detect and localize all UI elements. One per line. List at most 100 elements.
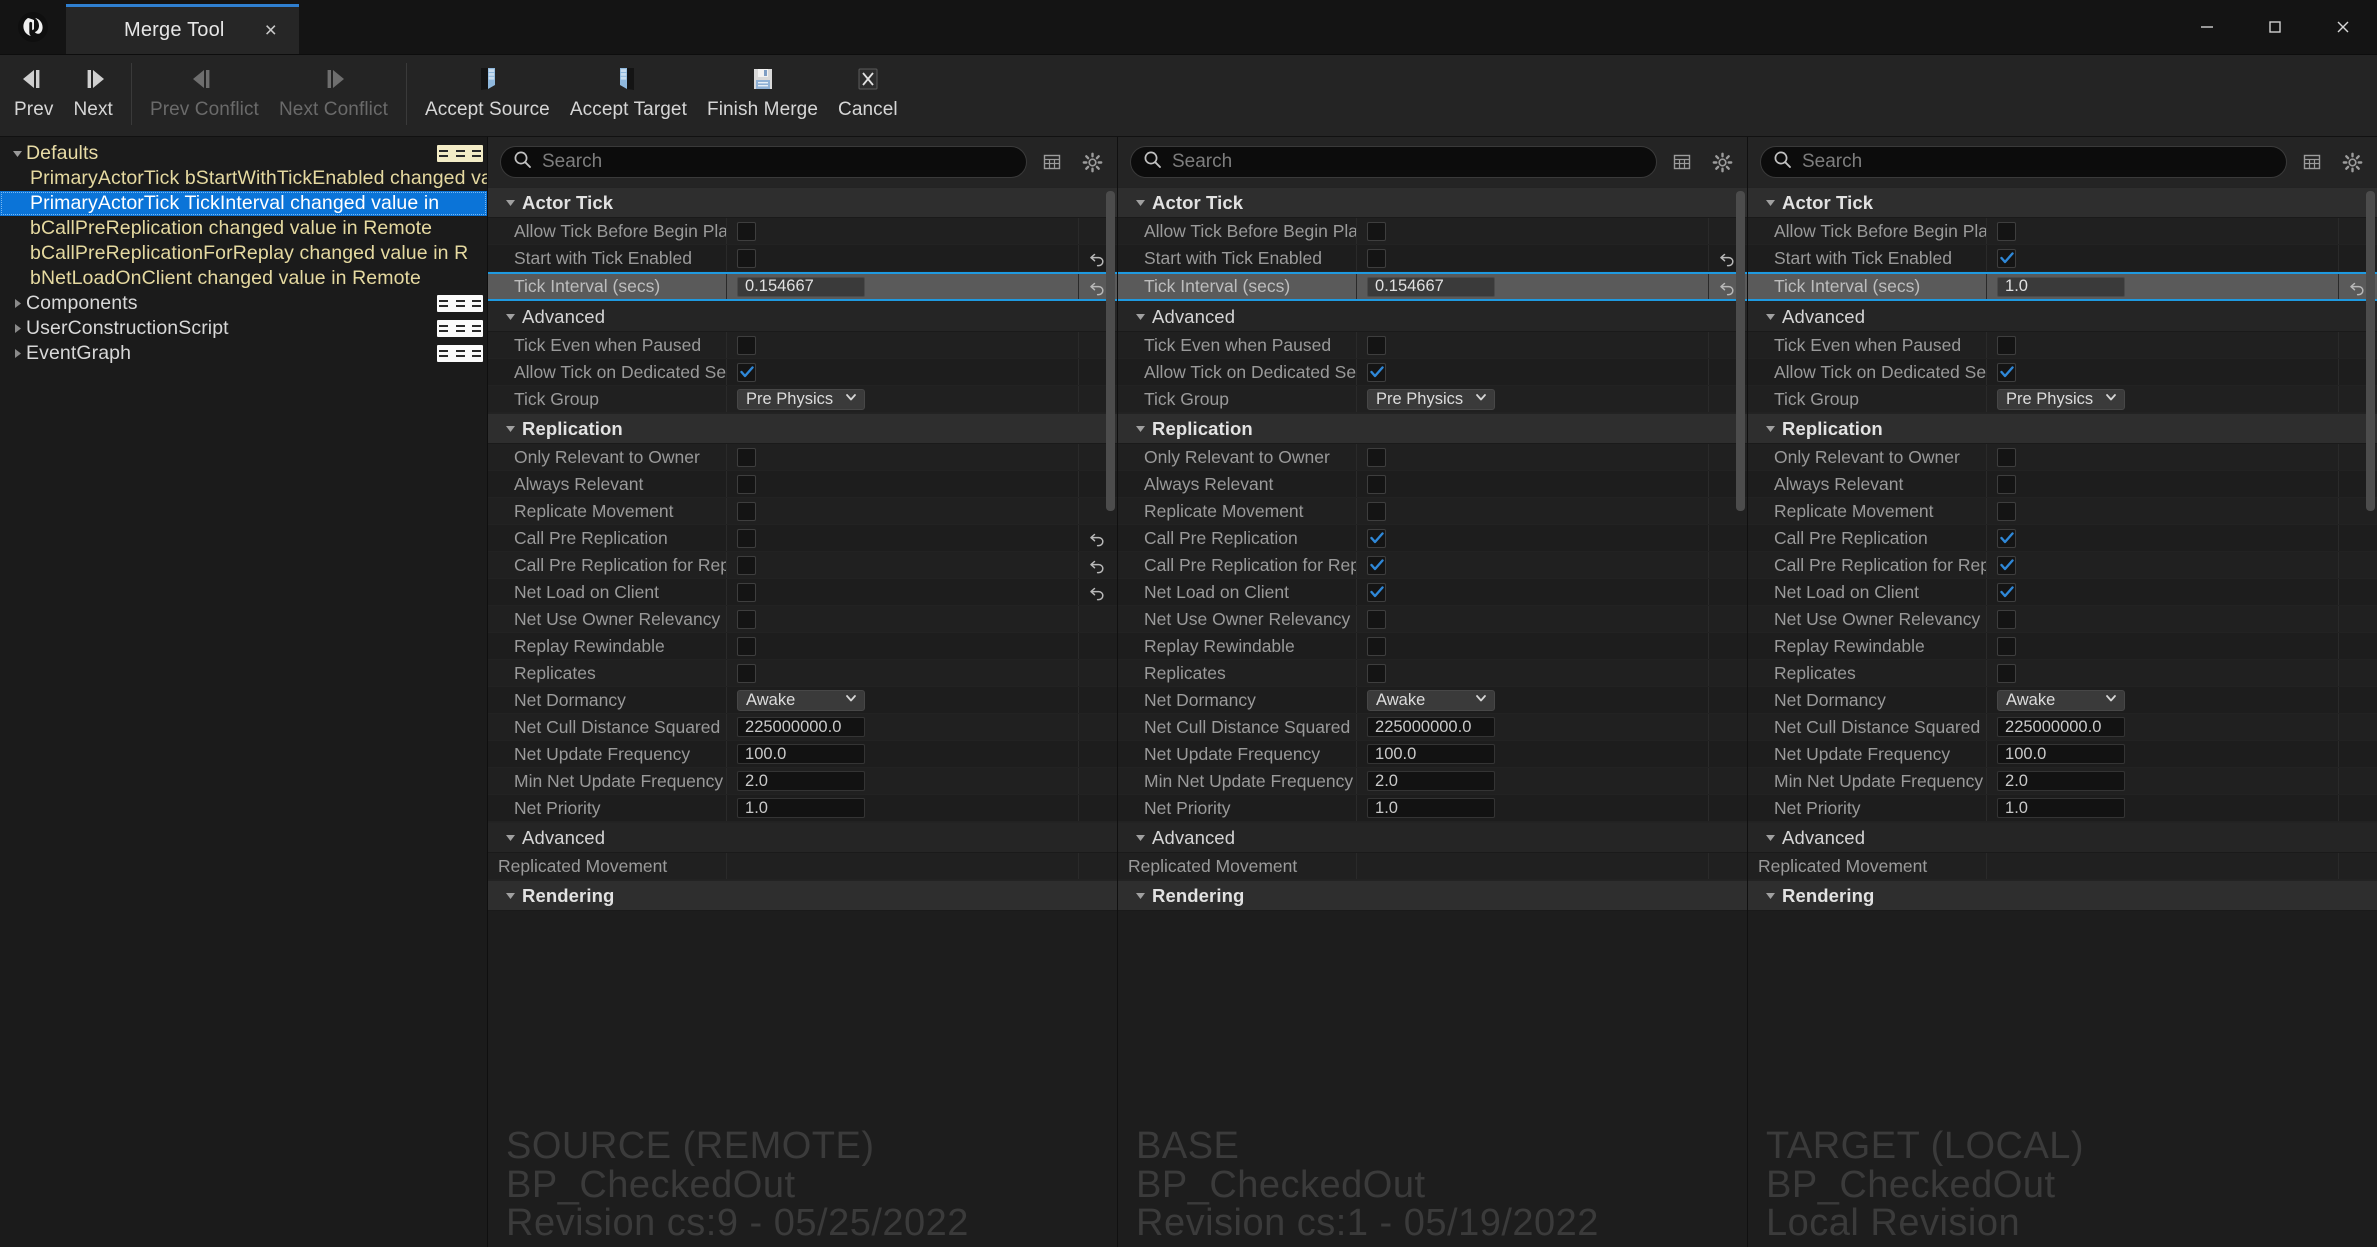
property-text-input[interactable]: 225000000.0: [737, 717, 865, 737]
property-checkbox[interactable]: [1367, 583, 1386, 602]
tab-merge-tool[interactable]: Merge Tool ×: [66, 4, 299, 54]
property-row[interactable]: Always Relevant: [1748, 471, 2377, 498]
property-checkbox[interactable]: [737, 529, 756, 548]
property-text-input[interactable]: 100.0: [1367, 744, 1495, 764]
property-row[interactable]: Tick Interval (secs)1.0: [1748, 272, 2377, 301]
chevron-right-icon[interactable]: [8, 322, 26, 335]
property-row[interactable]: Call Pre Replication for Rep...: [488, 552, 1117, 579]
property-row[interactable]: Net Use Owner Relevancy: [1118, 606, 1747, 633]
chevron-down-icon[interactable]: [498, 196, 522, 209]
property-row[interactable]: Allow Tick on Dedicated Se...: [488, 359, 1117, 386]
property-checkbox[interactable]: [1997, 363, 2016, 382]
chevron-down-icon[interactable]: [498, 422, 522, 435]
property-row[interactable]: Start with Tick Enabled: [1748, 245, 2377, 272]
property-checkbox[interactable]: [1997, 637, 2016, 656]
property-row[interactable]: Net Use Owner Relevancy: [1748, 606, 2377, 633]
property-row[interactable]: Net Use Owner Relevancy: [488, 606, 1117, 633]
chevron-down-icon[interactable]: [498, 310, 522, 323]
chevron-down-icon[interactable]: [1758, 310, 1782, 323]
property-row[interactable]: Tick Group Pre Physics: [488, 386, 1117, 413]
property-text-input[interactable]: 1.0: [1367, 798, 1495, 818]
property-checkbox[interactable]: [1367, 249, 1386, 268]
property-checkbox[interactable]: [1997, 475, 2016, 494]
property-checkbox[interactable]: [1367, 502, 1386, 521]
property-row[interactable]: Call Pre Replication: [1118, 525, 1747, 552]
property-checkbox[interactable]: [737, 475, 756, 494]
property-row[interactable]: Net Update Frequency100.0: [1118, 741, 1747, 768]
property-row[interactable]: Replicates: [488, 660, 1117, 687]
tree-item-0[interactable]: Defaults: [0, 141, 487, 166]
category-header-replication[interactable]: Replication: [488, 413, 1117, 444]
property-row[interactable]: Only Relevant to Owner: [1118, 444, 1747, 471]
property-row[interactable]: Replicate Movement: [1118, 498, 1747, 525]
table-view-icon[interactable]: [2297, 147, 2327, 177]
property-checkbox[interactable]: [737, 637, 756, 656]
property-checkbox[interactable]: [737, 222, 756, 241]
close-tab-icon[interactable]: ×: [265, 20, 277, 41]
property-row[interactable]: Min Net Update Frequency2.0: [488, 768, 1117, 795]
property-checkbox[interactable]: [1367, 529, 1386, 548]
property-row[interactable]: Replay Rewindable: [1748, 633, 2377, 660]
category-header-advanced[interactable]: Advanced: [1118, 822, 1747, 853]
category-header-advanced[interactable]: Advanced: [488, 822, 1117, 853]
chevron-down-icon[interactable]: [1758, 422, 1782, 435]
property-row[interactable]: Allow Tick Before Begin Play: [488, 218, 1117, 245]
category-header-replication[interactable]: Replication: [1748, 413, 2377, 444]
tree-item-5[interactable]: bNetLoadOnClient changed value in Remote: [0, 266, 487, 291]
property-row[interactable]: Net Load on Client: [488, 579, 1117, 606]
chevron-down-icon[interactable]: [1128, 831, 1152, 844]
property-row[interactable]: Replicated Movement: [1748, 853, 2377, 880]
property-text-input[interactable]: 1.0: [737, 798, 865, 818]
property-text-input[interactable]: 2.0: [1367, 771, 1495, 791]
property-checkbox[interactable]: [1997, 583, 2016, 602]
property-checkbox[interactable]: [1997, 336, 2016, 355]
chevron-down-icon[interactable]: [498, 889, 522, 902]
property-row[interactable]: Net Dormancy Awake: [1118, 687, 1747, 714]
property-checkbox[interactable]: [737, 610, 756, 629]
chevron-down-icon[interactable]: [8, 147, 26, 160]
category-header-actor-tick[interactable]: Actor Tick: [488, 187, 1117, 218]
table-view-icon[interactable]: [1667, 147, 1697, 177]
property-row[interactable]: Net Load on Client: [1748, 579, 2377, 606]
vertical-scrollbar-target[interactable]: [2366, 191, 2375, 1241]
tree-item-3[interactable]: bCallPreReplication changed value in Rem…: [0, 216, 487, 241]
toolbar-button-prev[interactable]: Prev: [4, 61, 63, 133]
chevron-down-icon[interactable]: [1758, 831, 1782, 844]
property-checkbox[interactable]: [1997, 664, 2016, 683]
property-text-input[interactable]: 100.0: [737, 744, 865, 764]
chevron-down-icon[interactable]: [1758, 196, 1782, 209]
property-row[interactable]: Call Pre Replication: [488, 525, 1117, 552]
tree-item-6[interactable]: Components: [0, 291, 487, 316]
property-checkbox[interactable]: [1367, 363, 1386, 382]
chevron-down-icon[interactable]: [1758, 889, 1782, 902]
property-row[interactable]: Min Net Update Frequency2.0: [1748, 768, 2377, 795]
property-text-input[interactable]: 225000000.0: [1997, 717, 2125, 737]
property-row[interactable]: Min Net Update Frequency2.0: [1118, 768, 1747, 795]
property-checkbox[interactable]: [1997, 222, 2016, 241]
chevron-right-icon[interactable]: [8, 297, 26, 310]
property-checkbox[interactable]: [1367, 448, 1386, 467]
property-checkbox[interactable]: [1367, 637, 1386, 656]
property-checkbox[interactable]: [1367, 475, 1386, 494]
property-text-input[interactable]: 0.154667: [737, 277, 865, 297]
property-row[interactable]: Allow Tick Before Begin Play: [1118, 218, 1747, 245]
tree-item-2[interactable]: PrimaryActorTick TickInterval changed va…: [0, 191, 487, 216]
minimize-button[interactable]: [2173, 0, 2241, 54]
property-row[interactable]: Start with Tick Enabled: [488, 245, 1117, 272]
chevron-down-icon[interactable]: [498, 831, 522, 844]
category-header-replication[interactable]: Replication: [1118, 413, 1747, 444]
property-row[interactable]: Only Relevant to Owner: [1748, 444, 2377, 471]
property-dropdown[interactable]: Awake: [737, 690, 865, 711]
category-header-rendering[interactable]: Rendering: [1118, 880, 1747, 911]
property-text-input[interactable]: 225000000.0: [1367, 717, 1495, 737]
table-view-icon[interactable]: [1037, 147, 1067, 177]
property-row[interactable]: Call Pre Replication for Rep...: [1118, 552, 1747, 579]
gear-icon[interactable]: [2337, 147, 2367, 177]
property-checkbox[interactable]: [737, 583, 756, 602]
property-row[interactable]: Net Priority1.0: [488, 795, 1117, 822]
tree-item-1[interactable]: PrimaryActorTick bStartWithTickEnabled c…: [0, 166, 487, 191]
toolbar-button-accept_target[interactable]: Accept Target: [560, 61, 697, 133]
property-row[interactable]: Tick Group Pre Physics: [1118, 386, 1747, 413]
category-header-actor-tick[interactable]: Actor Tick: [1748, 187, 2377, 218]
property-row[interactable]: Call Pre Replication: [1748, 525, 2377, 552]
